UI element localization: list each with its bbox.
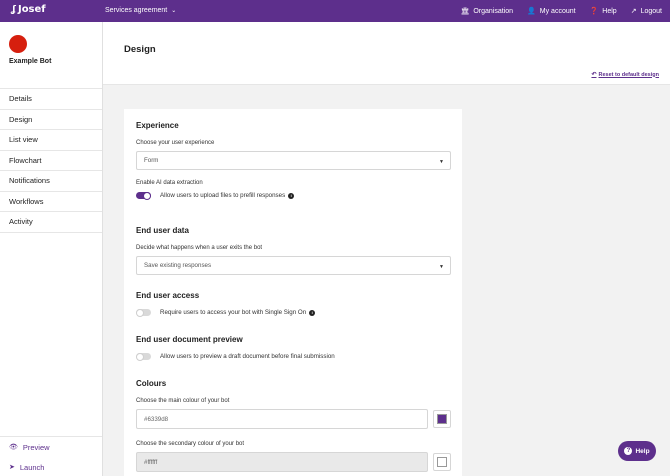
main-colour-label: Choose the main colour of your bot bbox=[136, 398, 230, 404]
nav-help-label: Help bbox=[602, 7, 617, 15]
ai-extraction-row: Allow users to upload files to prefill r… bbox=[136, 191, 295, 200]
secondary-colour-swatch[interactable] bbox=[433, 453, 451, 471]
reset-design-link[interactable]: ↶ Reset to default design bbox=[591, 71, 659, 79]
sidebar-item-details[interactable]: Details bbox=[0, 89, 102, 110]
sidebar: Example Bot Details Design List view Flo… bbox=[0, 22, 103, 476]
top-nav: 🏛 Organisation 👤 My account ❓ Help ↗ Log… bbox=[460, 7, 662, 16]
top-bar: ʆ Josef Services agreement ⌄ 🏛 Organisat… bbox=[0, 0, 670, 22]
main-colour-input[interactable]: #6339d8 bbox=[136, 409, 428, 429]
sidebar-item-notifications[interactable]: Notifications bbox=[0, 171, 102, 192]
end-user-access-heading: End user access bbox=[136, 291, 200, 300]
exit-behaviour-select[interactable]: Save existing responses ▼ bbox=[136, 256, 451, 275]
toggle-knob bbox=[136, 308, 144, 317]
bot-avatar bbox=[9, 35, 27, 53]
agreement-label: Services agreement bbox=[105, 7, 168, 14]
nav-organisation-label: Organisation bbox=[473, 7, 514, 15]
caret-down-icon: ▼ bbox=[439, 159, 444, 165]
sidebar-item-workflows[interactable]: Workflows bbox=[0, 192, 102, 212]
experience-heading: Experience bbox=[136, 121, 179, 130]
experience-select-value: Form bbox=[144, 157, 159, 164]
info-icon[interactable]: i bbox=[288, 192, 295, 199]
sso-toggle[interactable] bbox=[136, 308, 151, 317]
main-colour-value: #6339d8 bbox=[144, 415, 169, 423]
launch-label: Launch bbox=[19, 462, 45, 472]
help-fab-label: Help bbox=[635, 447, 650, 455]
sidebar-bottom: 👁 Preview ➤ Launch bbox=[0, 436, 102, 476]
sso-toggle-label: Require users to access your bot with Si… bbox=[160, 309, 307, 316]
page-header: Design ↶ Reset to default design bbox=[103, 22, 670, 85]
agreement-selector[interactable]: Services agreement ⌄ bbox=[105, 7, 176, 14]
ai-extraction-label: Enable AI data extraction bbox=[136, 180, 203, 186]
main-colour-chip bbox=[437, 414, 447, 424]
nav-help[interactable]: ❓ Help bbox=[589, 7, 617, 16]
rocket-icon: ➤ bbox=[9, 464, 15, 471]
exit-behaviour-label: Decide what happens when a user exits th… bbox=[136, 245, 263, 251]
exit-behaviour-value: Save existing responses bbox=[144, 262, 212, 269]
nav-logout[interactable]: ↗ Logout bbox=[630, 7, 662, 16]
logo-text: Josef bbox=[17, 4, 46, 15]
main-colour-swatch[interactable] bbox=[433, 410, 451, 428]
sso-row: Require users to access your bot with Si… bbox=[136, 308, 316, 317]
help-fab-button[interactable]: ? Help bbox=[618, 441, 656, 461]
end-user-data-heading: End user data bbox=[136, 226, 189, 235]
josef-logo[interactable]: ʆ Josef bbox=[11, 4, 46, 15]
secondary-colour-chip bbox=[437, 457, 447, 467]
chevron-down-icon: ⌄ bbox=[171, 8, 177, 14]
doc-preview-heading: End user document preview bbox=[136, 335, 243, 344]
question-icon: ❓ bbox=[589, 8, 599, 15]
experience-select[interactable]: Form ▼ bbox=[136, 151, 451, 170]
nav-organisation[interactable]: 🏛 Organisation bbox=[460, 7, 514, 16]
design-form-card: Experience Choose your user experience F… bbox=[124, 109, 462, 476]
ai-extraction-toggle-label: Allow users to upload files to prefill r… bbox=[160, 192, 286, 199]
toggle-knob bbox=[143, 191, 151, 200]
caret-down-icon: ▼ bbox=[439, 264, 444, 270]
secondary-colour-input[interactable]: #ffffff bbox=[136, 452, 428, 472]
doc-preview-row: Allow users to preview a draft document … bbox=[136, 352, 335, 361]
info-icon[interactable]: i bbox=[309, 309, 316, 316]
sidebar-item-flowchart[interactable]: Flowchart bbox=[0, 151, 102, 171]
preview-label: Preview bbox=[22, 442, 50, 452]
nav-logout-label: Logout bbox=[640, 7, 662, 15]
toggle-knob bbox=[136, 352, 144, 361]
doc-preview-toggle[interactable] bbox=[136, 352, 151, 361]
ai-extraction-toggle[interactable] bbox=[136, 191, 151, 200]
josef-logo-mark-icon: ʆ bbox=[11, 4, 16, 15]
secondary-colour-value: #ffffff bbox=[144, 458, 158, 466]
user-icon: 👤 bbox=[527, 8, 536, 15]
eye-icon: 👁 bbox=[9, 444, 18, 451]
sidebar-item-list-view[interactable]: List view bbox=[0, 130, 102, 151]
launch-link[interactable]: ➤ Launch bbox=[0, 457, 102, 476]
sidebar-item-activity[interactable]: Activity bbox=[0, 212, 102, 233]
reset-arrow-icon: ↶ bbox=[591, 72, 597, 78]
colours-heading: Colours bbox=[136, 379, 167, 388]
page-title: Design bbox=[124, 44, 156, 55]
question-icon: ? bbox=[624, 447, 633, 455]
preview-link[interactable]: 👁 Preview bbox=[0, 437, 102, 457]
secondary-colour-label: Choose the secondary colour of your bot bbox=[136, 441, 245, 447]
nav-my-account[interactable]: 👤 My account bbox=[527, 7, 576, 16]
nav-my-account-label: My account bbox=[539, 7, 576, 15]
reset-label: Reset to default design bbox=[598, 71, 659, 78]
bot-name: Example Bot bbox=[9, 58, 52, 65]
sidebar-item-design[interactable]: Design bbox=[0, 110, 102, 130]
doc-preview-toggle-label: Allow users to preview a draft document … bbox=[160, 353, 335, 360]
logout-icon: ↗ bbox=[630, 8, 637, 15]
experience-label: Choose your user experience bbox=[136, 140, 215, 146]
building-icon: 🏛 bbox=[460, 8, 470, 15]
sidebar-menu: Details Design List view Flowchart Notif… bbox=[0, 88, 102, 233]
